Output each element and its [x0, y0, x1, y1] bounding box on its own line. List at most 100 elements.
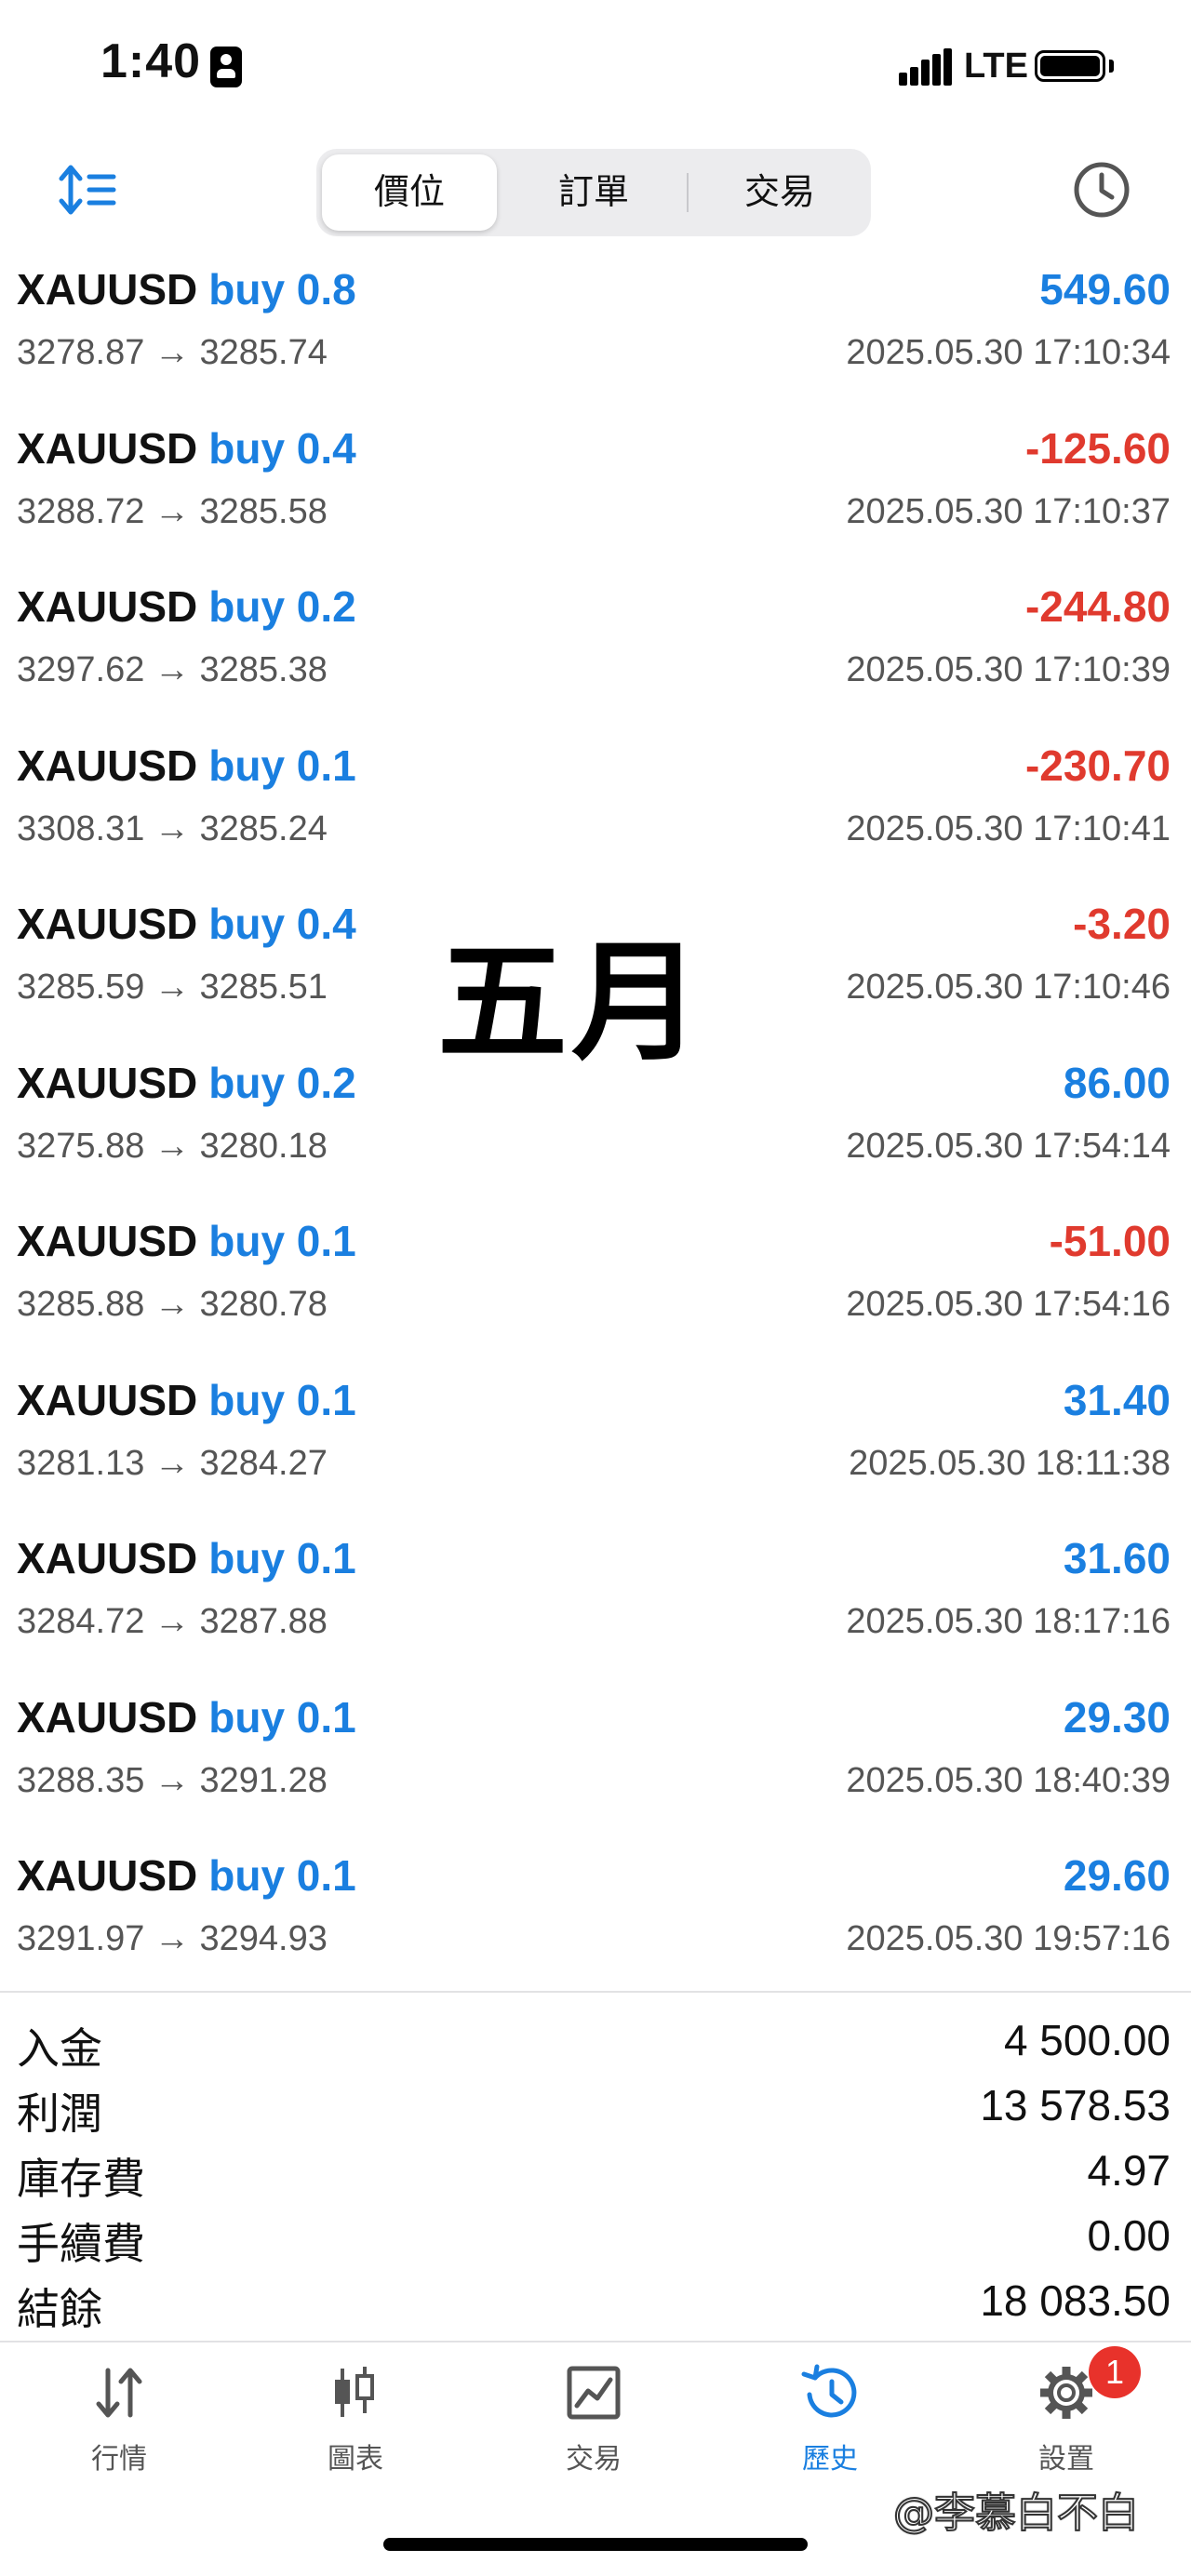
- signal-strength-icon: [899, 48, 952, 86]
- trade-side: buy 0.2: [208, 582, 356, 631]
- trade-list: XAUUSD buy 0.8 3278.87 → 3285.74 549.60 2025…: [0, 251, 1191, 1996]
- home-indicator[interactable]: [383, 2538, 808, 2551]
- trade-side: buy 0.1: [208, 741, 356, 790]
- trade-prices: 3278.87 → 3285.74: [17, 333, 328, 372]
- trade-symbol-line: XAUUSD buy 0.1: [17, 1850, 356, 1901]
- trade-side: buy 0.1: [208, 1375, 356, 1424]
- account-summary: 入金 4 500.00 利潤 13 578.53 庫存費 4.97 手續費 0.00 結餘 18 …: [0, 2008, 1191, 2334]
- trade-prices: 3291.97 → 3294.93: [17, 1919, 328, 1958]
- trade-profit: -244.80: [1024, 582, 1171, 631]
- trade-time: 2025.05.30 19:57:16: [846, 1919, 1171, 1958]
- trade-prices: 3285.59 → 3285.51: [17, 968, 328, 1007]
- settings-notification-badge: 1: [1089, 2346, 1141, 2398]
- summary-label: 手續費: [17, 2219, 145, 2269]
- trade-side: buy 0.1: [208, 1217, 356, 1265]
- battery-icon: [1035, 50, 1105, 82]
- trade-symbol: XAUUSD: [17, 1217, 198, 1265]
- trade-time: 2025.05.30 17:10:46: [846, 968, 1171, 1007]
- quotes-arrows-icon: [96, 2368, 142, 2418]
- status-time: 1:40: [100, 34, 202, 88]
- summary-row: 利潤 13 578.53: [0, 2073, 1191, 2139]
- tab-trade-label: 交易: [566, 2443, 622, 2476]
- trade-side: buy 0.4: [208, 423, 356, 473]
- tab-history-label: 歷史: [802, 2443, 858, 2476]
- summary-row: 入金 4 500.00: [0, 2008, 1191, 2074]
- trade-row[interactable]: XAUUSD buy 0.4 3288.72 → 3285.58 -125.60 202…: [0, 410, 1191, 569]
- tab-settings-label: 設置: [1038, 2443, 1094, 2476]
- trade-chart-icon: [567, 2366, 621, 2420]
- trade-profit: -125.60: [1024, 423, 1171, 473]
- trade-row[interactable]: XAUUSD buy 0.1 3291.97 → 3294.93 29.60 2025.…: [0, 1837, 1191, 1996]
- trade-prices: 3275.88 → 3280.18: [17, 1126, 328, 1166]
- period-button[interactable]: [1072, 160, 1131, 220]
- credit-watermark: @李慕白不白: [892, 2489, 1140, 2538]
- trade-symbol-line: XAUUSD buy 0.8: [17, 264, 356, 314]
- trade-side: buy 0.1: [208, 1692, 356, 1742]
- sort-button[interactable]: [56, 162, 121, 218]
- trade-symbol: XAUUSD: [17, 741, 198, 790]
- trade-row[interactable]: XAUUSD buy 0.1 3281.13 → 3284.27 31.40 2025.…: [0, 1362, 1191, 1521]
- trade-symbol: XAUUSD: [17, 1375, 198, 1424]
- trade-time: 2025.05.30 18:11:38: [849, 1443, 1171, 1483]
- trade-prices: 3284.72 → 3287.88: [17, 1602, 328, 1641]
- trade-profit: -3.20: [1073, 900, 1171, 948]
- trade-symbol-line: XAUUSD buy 0.4: [17, 423, 356, 474]
- tab-quotes[interactable]: 行情: [26, 2363, 212, 2484]
- trade-row[interactable]: XAUUSD buy 0.1 3284.72 → 3287.88 31.60 2025.…: [0, 1520, 1191, 1679]
- trade-symbol-line: XAUUSD buy 0.4: [17, 899, 356, 949]
- tabbar-divider: [0, 2341, 1191, 2342]
- trade-time: 2025.05.30 17:10:41: [846, 808, 1171, 848]
- trade-symbol: XAUUSD: [17, 1534, 198, 1582]
- trade-symbol-line: XAUUSD buy 0.2: [17, 581, 356, 632]
- trade-row[interactable]: XAUUSD buy 0.1 3308.31 → 3285.24 -230.70 202…: [0, 727, 1191, 887]
- segment-positions[interactable]: 價位: [322, 154, 497, 231]
- trade-symbol: XAUUSD: [17, 900, 198, 948]
- summary-divider: [0, 1991, 1191, 1993]
- summary-row: 庫存費 4.97: [0, 2138, 1191, 2204]
- trade-symbol: XAUUSD: [17, 423, 198, 473]
- clock-icon: [1074, 162, 1130, 218]
- trade-time: 2025.05.30 18:40:39: [846, 1760, 1171, 1800]
- trade-profit: 31.60: [1063, 1534, 1171, 1582]
- history-clock-icon: [801, 2364, 857, 2418]
- trade-side: buy 0.1: [208, 1851, 356, 1900]
- trade-prices: 3288.35 → 3291.28: [17, 1760, 328, 1800]
- trade-side: buy 0.1: [208, 1534, 356, 1582]
- tab-quotes-label: 行情: [91, 2443, 147, 2476]
- trade-prices: 3288.72 → 3285.58: [17, 491, 328, 531]
- history-toolbar: 價位 訂單 交易: [0, 140, 1191, 242]
- tab-history[interactable]: 歷史: [737, 2363, 923, 2484]
- gear-icon: [1040, 2367, 1092, 2419]
- summary-value: 4.97: [1087, 2146, 1171, 2195]
- summary-value: 13 578.53: [980, 2081, 1171, 2129]
- summary-label: 庫存費: [17, 2154, 145, 2204]
- trade-symbol-line: XAUUSD buy 0.2: [17, 1058, 356, 1108]
- trade-time: 2025.05.30 17:54:16: [846, 1285, 1171, 1324]
- trade-row[interactable]: XAUUSD buy 0.1 3285.88 → 3280.78 -51.00 2025…: [0, 1203, 1191, 1362]
- trade-symbol-line: XAUUSD buy 0.1: [17, 1692, 356, 1742]
- battery-cap: [1109, 60, 1114, 73]
- trade-prices: 3285.88 → 3280.78: [17, 1285, 328, 1324]
- tab-trade[interactable]: 交易: [501, 2363, 687, 2484]
- segment-deals[interactable]: 交易: [692, 154, 867, 231]
- trade-symbol: XAUUSD: [17, 1851, 198, 1900]
- tab-charts[interactable]: 圖表: [262, 2363, 448, 2484]
- summary-row: 結餘 18 083.50: [0, 2268, 1191, 2334]
- trade-side: buy 0.2: [208, 1058, 356, 1107]
- trade-side: buy 0.4: [208, 900, 356, 948]
- summary-label: 入金: [17, 2023, 102, 2074]
- segmented-control: 價位 訂單 交易: [316, 149, 871, 236]
- trade-profit: 29.30: [1063, 1692, 1171, 1742]
- sort-icon: [59, 165, 116, 215]
- trade-profit: -51.00: [1049, 1217, 1171, 1265]
- trade-row[interactable]: XAUUSD buy 0.2 3297.62 → 3285.38 -244.80 202…: [0, 568, 1191, 727]
- trade-row[interactable]: XAUUSD buy 0.8 3278.87 → 3285.74 549.60 2025…: [0, 251, 1191, 410]
- trade-profit: -230.70: [1024, 741, 1171, 790]
- trade-profit: 31.40: [1063, 1375, 1171, 1424]
- summary-row: 手續費 0.00: [0, 2203, 1191, 2269]
- trade-row[interactable]: XAUUSD buy 0.1 3288.35 → 3291.28 29.30 2025.…: [0, 1679, 1191, 1838]
- segment-orders[interactable]: 訂單: [506, 154, 681, 231]
- trade-symbol-line: XAUUSD buy 0.1: [17, 1216, 356, 1266]
- trade-side: buy 0.8: [208, 265, 356, 314]
- summary-label: 利潤: [17, 2089, 102, 2139]
